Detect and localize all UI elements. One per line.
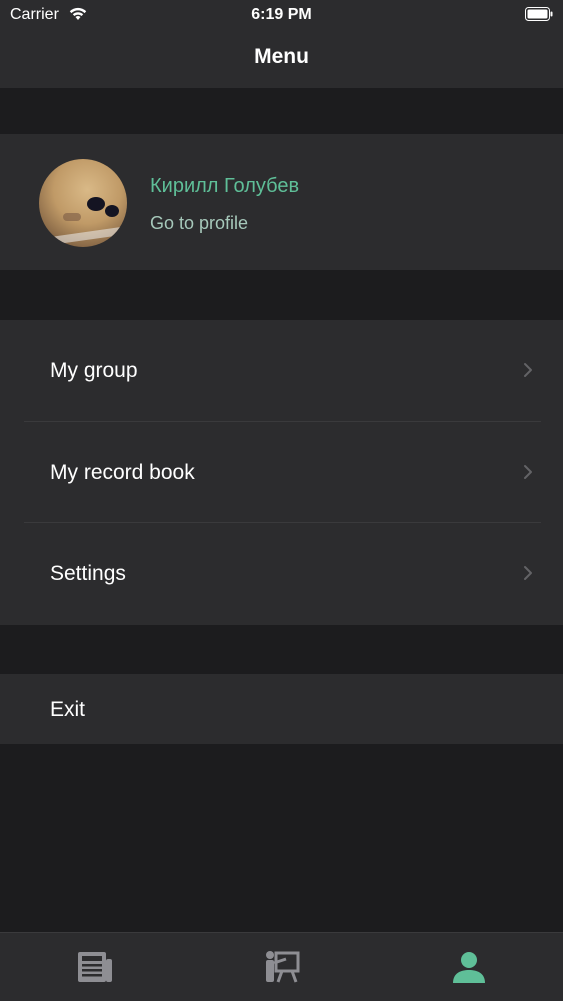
chevron-right-icon xyxy=(524,465,532,479)
menu-list: My group My record book Settings xyxy=(0,320,563,625)
menu-item-label: My record book xyxy=(50,461,195,484)
page-title: Menu xyxy=(254,45,309,68)
go-to-profile-label: Go to profile xyxy=(150,213,249,233)
exit-button[interactable]: Exit xyxy=(0,674,563,744)
menu-item-my-group[interactable]: My group xyxy=(0,320,563,422)
avatar xyxy=(39,159,127,247)
profile-name: Кирилл Голубев xyxy=(150,175,300,197)
exit-label: Exit xyxy=(50,698,86,721)
profile-cell[interactable]: Кирилл Голубев Go to profile xyxy=(0,134,563,270)
person-icon[interactable] xyxy=(449,947,489,987)
status-time: 6:19 PM xyxy=(251,6,312,23)
menu-item-my-record-book[interactable]: My record book xyxy=(0,422,563,524)
status-bar: Carrier 6:19 PM xyxy=(0,0,563,30)
chevron-right-icon xyxy=(524,363,532,377)
menu-item-settings[interactable]: Settings xyxy=(0,523,563,625)
battery-icon xyxy=(525,7,553,21)
menu-item-label: My group xyxy=(50,359,138,382)
navigation-bar: Menu xyxy=(0,30,563,88)
tab-bar xyxy=(0,932,563,1001)
teacher-icon[interactable] xyxy=(262,947,302,987)
menu-item-label: Settings xyxy=(50,562,126,585)
news-icon[interactable] xyxy=(75,947,115,987)
chevron-right-icon xyxy=(524,566,532,580)
